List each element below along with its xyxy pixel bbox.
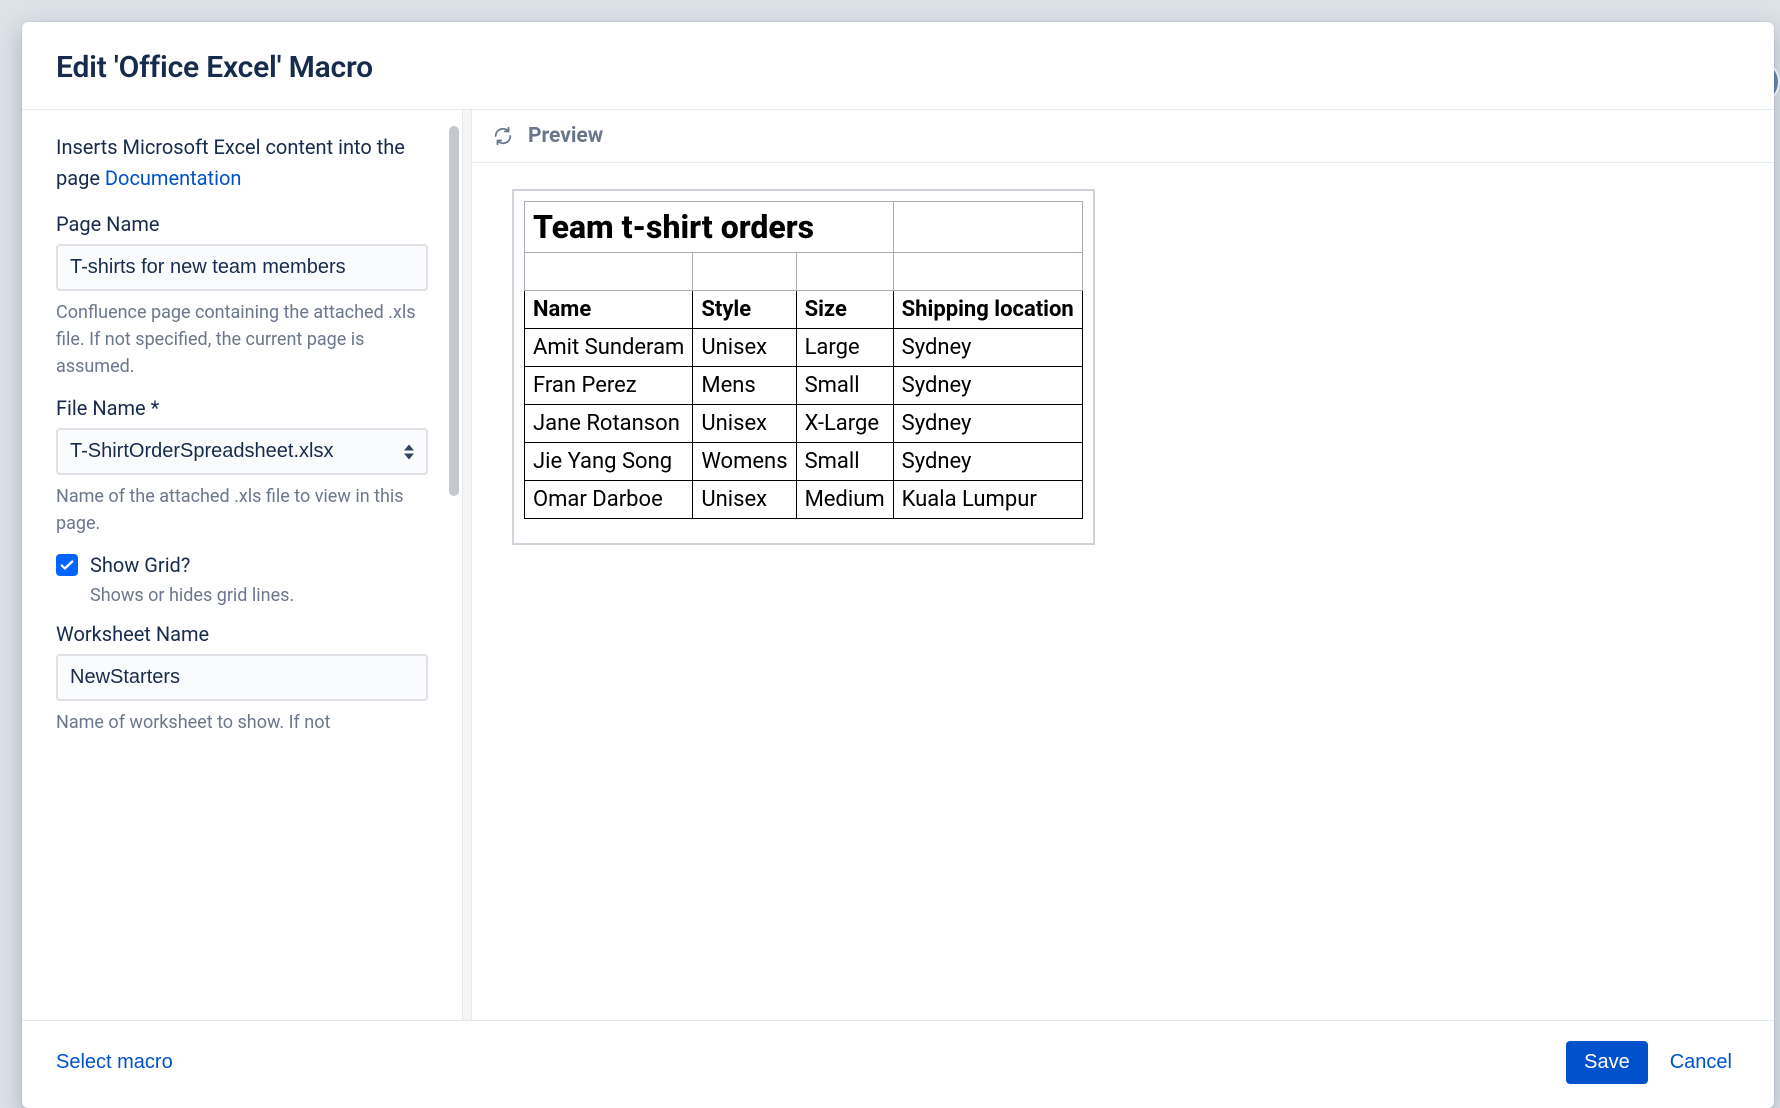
- show-grid-help: Shows or hides grid lines.: [90, 585, 428, 606]
- select-macro-link[interactable]: Select macro: [56, 1051, 173, 1074]
- check-icon: [60, 558, 74, 572]
- empty-cell: [525, 253, 693, 291]
- macro-edit-modal: Edit 'Office Excel' Macro Inserts Micros…: [22, 22, 1774, 1108]
- panel-splitter[interactable]: [462, 110, 472, 1020]
- table-cell: Medium: [796, 481, 893, 519]
- table-cell: Small: [796, 443, 893, 481]
- file-name-label: File Name *: [56, 396, 428, 420]
- show-grid-label: Show Grid?: [90, 553, 190, 577]
- table-cell: Fran Perez: [525, 367, 693, 405]
- page-name-label: Page Name: [56, 212, 428, 236]
- macro-form-panel: Inserts Microsoft Excel content into the…: [22, 110, 462, 1020]
- excel-table: Team t-shirt orders NameStyleSizeShippin…: [524, 201, 1083, 519]
- empty-cell: [693, 253, 796, 291]
- excel-preview-frame: Team t-shirt orders NameStyleSizeShippin…: [512, 189, 1095, 545]
- table-row: Jane RotansonUnisexX-LargeSydney: [525, 405, 1083, 443]
- empty-cell: [893, 253, 1082, 291]
- preview-title: Preview: [528, 124, 603, 148]
- table-cell: Jane Rotanson: [525, 405, 693, 443]
- column-header: Name: [525, 291, 693, 329]
- modal-footer: Select macro Save Cancel: [22, 1021, 1774, 1108]
- cancel-button[interactable]: Cancel: [1662, 1041, 1740, 1084]
- column-header: Style: [693, 291, 796, 329]
- page-name-field: Page Name Confluence page containing the…: [56, 212, 428, 380]
- preview-pane: Preview Team t-shirt orders: [472, 110, 1774, 1020]
- sheet-title-cell: Team t-shirt orders: [525, 202, 894, 253]
- empty-cell: [796, 253, 893, 291]
- table-cell: Sydney: [893, 367, 1082, 405]
- page-name-input[interactable]: [56, 244, 428, 291]
- page-name-help: Confluence page containing the attached …: [56, 299, 428, 380]
- column-header: Size: [796, 291, 893, 329]
- table-cell: Jie Yang Song: [525, 443, 693, 481]
- scrollbar-thumb[interactable]: [449, 126, 459, 496]
- file-name-select[interactable]: [56, 428, 428, 475]
- table-cell: Unisex: [693, 481, 796, 519]
- table-row: Fran PerezMensSmallSydney: [525, 367, 1083, 405]
- table-cell: Omar Darboe: [525, 481, 693, 519]
- table-cell: Kuala Lumpur: [893, 481, 1082, 519]
- modal-header: Edit 'Office Excel' Macro: [22, 22, 1774, 109]
- table-cell: Small: [796, 367, 893, 405]
- table-cell: Mens: [693, 367, 796, 405]
- worksheet-name-input[interactable]: [56, 654, 428, 701]
- table-cell: Unisex: [693, 329, 796, 367]
- table-row: Amit SunderamUnisexLargeSydney: [525, 329, 1083, 367]
- table-cell: Large: [796, 329, 893, 367]
- modal-body: Inserts Microsoft Excel content into the…: [22, 109, 1774, 1021]
- macro-description: Inserts Microsoft Excel content into the…: [56, 132, 428, 194]
- table-cell: Womens: [693, 443, 796, 481]
- documentation-link[interactable]: Documentation: [105, 166, 242, 190]
- table-cell: Unisex: [693, 405, 796, 443]
- modal-title: Edit 'Office Excel' Macro: [56, 50, 1740, 85]
- table-cell: Sydney: [893, 329, 1082, 367]
- save-button[interactable]: Save: [1566, 1041, 1648, 1084]
- worksheet-name-help: Name of worksheet to show. If not: [56, 709, 428, 736]
- empty-cell: [893, 202, 1082, 253]
- table-cell: X-Large: [796, 405, 893, 443]
- table-cell: Amit Sunderam: [525, 329, 693, 367]
- table-cell: Sydney: [893, 405, 1082, 443]
- column-header: Shipping location: [893, 291, 1082, 329]
- file-name-field: File Name * Name of the attached .xls fi…: [56, 396, 428, 537]
- preview-header: Preview: [472, 110, 1774, 163]
- preview-body: Team t-shirt orders NameStyleSizeShippin…: [472, 163, 1774, 1020]
- worksheet-name-label: Worksheet Name: [56, 622, 428, 646]
- table-row: Omar DarboeUnisexMediumKuala Lumpur: [525, 481, 1083, 519]
- table-row: Jie Yang SongWomensSmallSydney: [525, 443, 1083, 481]
- show-grid-field: Show Grid? Shows or hides grid lines.: [56, 553, 428, 606]
- worksheet-name-field: Worksheet Name Name of worksheet to show…: [56, 622, 428, 736]
- scrollbar[interactable]: [448, 118, 462, 498]
- show-grid-checkbox[interactable]: [56, 554, 78, 576]
- file-name-help: Name of the attached .xls file to view i…: [56, 483, 428, 537]
- refresh-icon[interactable]: [492, 125, 514, 147]
- table-cell: Sydney: [893, 443, 1082, 481]
